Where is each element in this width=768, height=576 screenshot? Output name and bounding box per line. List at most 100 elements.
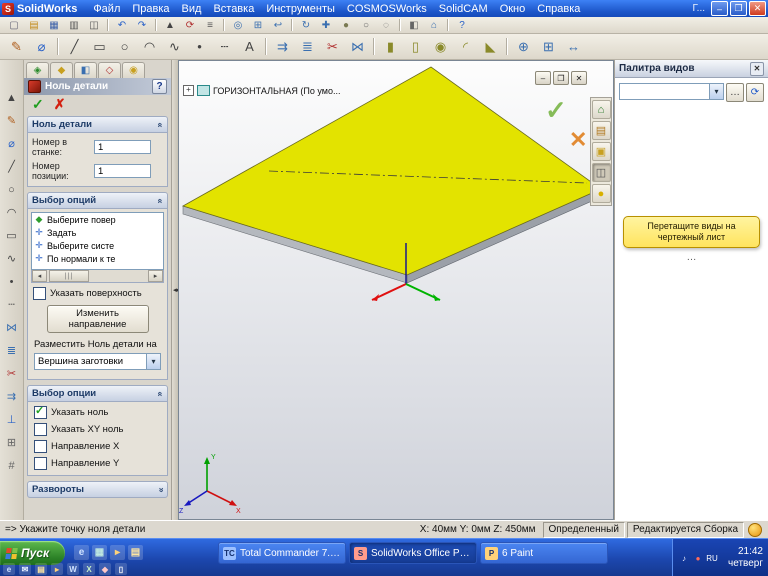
previous-view-icon[interactable]: ↩ — [269, 17, 287, 34]
tray-language-icon[interactable]: RU — [706, 552, 718, 564]
browse-button[interactable]: … — [726, 83, 744, 102]
convert-entities-icon[interactable]: ⇉ — [271, 35, 294, 58]
propertymanager-tab-icon[interactable]: ◆ — [50, 62, 73, 78]
pan-icon[interactable]: ✚ — [317, 17, 335, 34]
offset-tool-icon[interactable]: ≣ — [2, 341, 22, 360]
new-document-icon[interactable]: ▢ — [5, 17, 23, 34]
doc-minimize-button[interactable]: – — [535, 71, 551, 85]
grid-tool-icon[interactable]: ⊞ — [2, 433, 22, 452]
mirror-entities-icon[interactable]: ⋈ — [346, 35, 369, 58]
quicklaunch-cad-icon[interactable]: ◆ — [99, 563, 111, 575]
quick-tips-icon[interactable] — [748, 522, 762, 537]
confirm-ok-ghost-icon[interactable]: ✓ — [545, 95, 567, 125]
appearances-icon[interactable]: ● — [591, 184, 611, 203]
chevron-down-icon[interactable]: ▾ — [146, 354, 160, 369]
quicklaunch-folder-icon[interactable]: ▤ — [35, 563, 47, 575]
extruded-boss-icon[interactable]: ▮ — [379, 35, 402, 58]
menu-вид[interactable]: Вид — [176, 0, 208, 17]
minimize-button[interactable]: – — [711, 1, 728, 16]
options-icon[interactable]: ≡ — [201, 17, 219, 34]
plane-annotation[interactable]: + ГОРИЗОНТАЛЬНАЯ (По умо... — [183, 85, 340, 96]
centerline-tool-icon[interactable]: ┄ — [2, 295, 22, 314]
undo-icon[interactable]: ↶ — [113, 17, 131, 34]
menu-overflow-label[interactable]: Г... — [692, 3, 705, 14]
move-component-icon[interactable]: ↔ — [562, 35, 585, 58]
view-palette-icon[interactable]: ◫ — [591, 163, 611, 182]
snap-tool-icon[interactable]: # — [2, 456, 22, 475]
menu-инструменты[interactable]: Инструменты — [260, 0, 341, 17]
select-icon[interactable]: ▲ — [161, 17, 179, 34]
mirror-tool-icon[interactable]: ⋈ — [2, 318, 22, 337]
place-combobox[interactable]: Вершина заготовки ▾ — [34, 353, 161, 370]
chamfer-icon[interactable]: ◣ — [479, 35, 502, 58]
quicklaunch-browser-icon[interactable]: e — [3, 563, 15, 575]
scroll-right-icon[interactable]: ▸ — [148, 270, 163, 282]
dimension-tool-icon[interactable]: ⌀ — [2, 134, 22, 153]
list-item[interactable]: ◆ Выберите повер — [32, 213, 163, 226]
change-direction-button[interactable]: Изменить направление — [46, 305, 149, 333]
quicklaunch-word-icon[interactable]: W — [67, 563, 79, 575]
save-icon[interactable]: ▦ — [45, 17, 63, 34]
doc-close-button[interactable]: ✕ — [571, 71, 587, 85]
relations-tool-icon[interactable]: ⊥ — [2, 410, 22, 429]
dimxpertmanager-tab-icon[interactable]: ◇ — [98, 62, 121, 78]
select-arrow-icon[interactable]: ▲ — [2, 88, 22, 107]
list-item[interactable]: ✛ Выберите систе — [32, 239, 163, 252]
sketch-icon[interactable]: ✎ — [5, 35, 28, 58]
trim-tool-icon[interactable]: ✂ — [2, 364, 22, 383]
tray-clock[interactable]: 21:42 четверг — [728, 546, 763, 570]
centerline-icon[interactable]: ┄ — [213, 35, 236, 58]
rectangle-icon[interactable]: ▭ — [88, 35, 111, 58]
my-documents-icon[interactable]: ▤ — [128, 545, 143, 560]
start-button[interactable]: Пуск — [0, 541, 66, 565]
chevron-down-icon[interactable]: ▾ — [709, 84, 723, 99]
featuremanager-tab-icon[interactable]: ◈ — [26, 62, 49, 78]
zoom-to-area-icon[interactable]: ⊞ — [249, 17, 267, 34]
menu-solidcam[interactable]: SolidCAM — [433, 0, 494, 17]
circle-icon[interactable]: ○ — [113, 35, 136, 58]
trim-entities-icon[interactable]: ✂ — [321, 35, 344, 58]
quicklaunch-notes-icon[interactable]: ▯ — [115, 563, 127, 575]
redo-icon[interactable]: ↷ — [133, 17, 151, 34]
menu-справка[interactable]: Справка — [531, 0, 586, 17]
surface-checkbox[interactable] — [33, 287, 46, 300]
mate-icon[interactable]: ⊕ — [512, 35, 535, 58]
rectangle-tool-icon[interactable]: ▭ — [2, 226, 22, 245]
selection-listbox[interactable]: ◆ Выберите повер ✛ Задать ✛ Выберите систе ✛ По… — [31, 212, 164, 270]
zoom-to-fit-icon[interactable]: ◎ — [229, 17, 247, 34]
open-document-icon[interactable]: ▤ — [25, 17, 43, 34]
maximize-button[interactable]: ❐ — [730, 1, 747, 16]
file-explorer-icon[interactable]: ▣ — [591, 142, 611, 161]
cancel-button[interactable]: ✗ — [54, 97, 66, 111]
direction-x-checkbox[interactable] — [34, 440, 47, 453]
displaymanager-tab-icon[interactable]: ◉ — [122, 62, 145, 78]
arc-icon[interactable]: ◠ — [138, 35, 161, 58]
point-tool-icon[interactable]: • — [2, 272, 22, 291]
spline-tool-icon[interactable]: ∿ — [2, 249, 22, 268]
shaded-with-edges-icon[interactable]: ● — [337, 17, 355, 34]
confirm-cancel-ghost-icon[interactable]: ✕ — [569, 127, 587, 152]
media-player-icon[interactable]: ▸ — [110, 545, 125, 560]
line-tool-icon[interactable]: ╱ — [2, 157, 22, 176]
wireframe-icon[interactable]: ○ — [357, 17, 375, 34]
revolved-boss-icon[interactable]: ◉ — [429, 35, 452, 58]
text-tool-icon[interactable]: A — [238, 35, 261, 58]
task-solidworks-button[interactable]: S SolidWorks Office Pre... — [349, 542, 477, 564]
show-desktop-icon[interactable]: ▦ — [92, 545, 107, 560]
quicklaunch-excel-icon[interactable]: X — [83, 563, 95, 575]
tray-antivirus-icon[interactable]: ● — [692, 552, 704, 564]
scroll-left-icon[interactable]: ◂ — [32, 270, 47, 282]
hidden-lines-visible-icon[interactable]: ◌ — [377, 17, 395, 34]
list-item[interactable]: ✛ Задать — [32, 226, 163, 239]
insert-component-icon[interactable]: ⊞ — [537, 35, 560, 58]
task-paint-button[interactable]: P 6 Paint — [480, 542, 608, 564]
print-icon[interactable]: ▥ — [65, 17, 83, 34]
refresh-button[interactable]: ⟳ — [746, 83, 764, 102]
tree-expand-icon[interactable]: + — [183, 85, 194, 96]
quicklaunch-player-icon[interactable]: ▸ — [51, 563, 63, 575]
group-header[interactable]: Развороты « — [27, 481, 168, 498]
smart-dimension-icon[interactable]: ⌀ — [30, 35, 53, 58]
extruded-cut-icon[interactable]: ▯ — [404, 35, 427, 58]
circle-tool-icon[interactable]: ○ — [2, 180, 22, 199]
close-icon[interactable]: ✕ — [750, 61, 764, 76]
